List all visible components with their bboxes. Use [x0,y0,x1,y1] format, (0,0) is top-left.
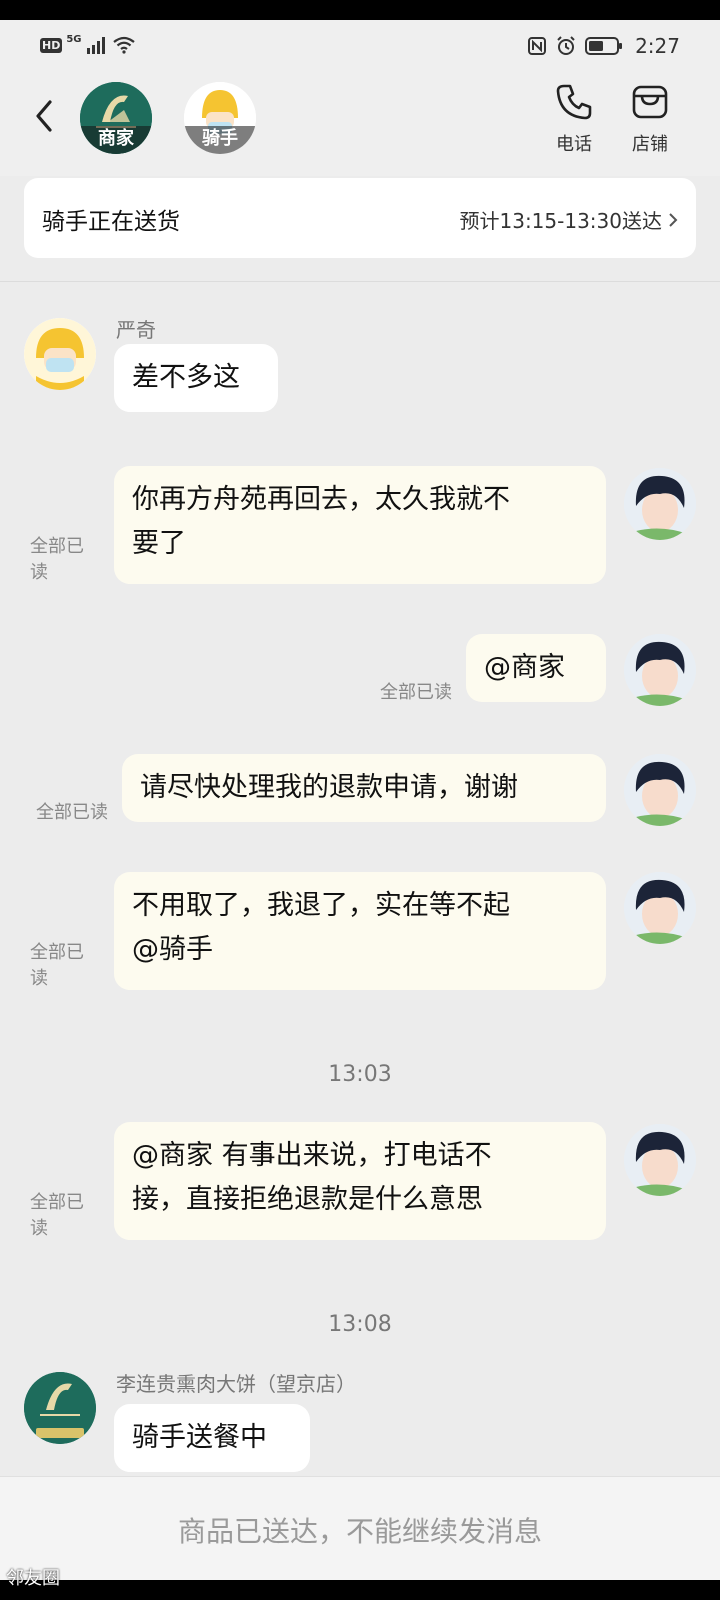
message-bubble[interactable]: 你再方舟苑再回去，太久我就不 要了 [114,466,606,584]
store-button[interactable]: 店铺 [620,82,680,156]
user-chat-avatar[interactable] [624,1124,696,1196]
sender-name: 李连贵熏肉大饼（望京店） [116,1372,356,1396]
divider [0,281,720,282]
back-arrow-icon[interactable] [30,96,60,136]
read-status-line1: 全部已 [30,536,84,557]
merchant-logo-icon [24,1372,96,1444]
phone-icon [556,84,592,120]
time-separator: 13:08 [328,1312,392,1337]
rider-chat-avatar[interactable] [24,318,96,390]
read-status: 全部已 读 [30,1190,84,1242]
message-text: 骑手送餐中 [132,1422,267,1453]
rider-avatar[interactable]: 骑手 [184,82,256,154]
read-status-line2: 读 [30,1218,48,1239]
network-type: 5G [66,34,82,45]
message-text-line2: 接，直接拒绝退款是什么意思 [132,1184,483,1215]
wifi-icon [112,36,135,54]
message-bubble[interactable]: 请尽快处理我的退款申请，谢谢 [122,754,606,822]
merchant-avatar[interactable]: 商家 [80,82,152,154]
phone-button[interactable]: 电话 [544,82,604,156]
delivery-eta: 预计13:15-13:30送达 [460,205,679,234]
user-avatar-icon [624,1124,696,1196]
status-bar: HD 5G 2:27 [0,20,720,76]
user-chat-avatar[interactable] [624,634,696,706]
signal-icon [86,37,105,54]
user-avatar-icon [624,754,696,826]
user-chat-avatar[interactable] [624,468,696,540]
read-status: 全部已 读 [30,534,84,586]
message-bubble[interactable]: @商家 [466,634,606,702]
message-bubble[interactable]: 不用取了，我退了，实在等不起 @骑手 [114,872,606,990]
user-chat-avatar[interactable] [624,872,696,944]
rider-avatar-icon [24,318,96,390]
read-status-line1: 全部已 [30,942,84,963]
user-avatar-icon [624,872,696,944]
battery-icon [585,37,623,55]
rider-avatar-label: 骑手 [184,126,256,154]
message-text: @商家 [484,652,565,683]
message-text-line1: 不用取了，我退了，实在等不起 [132,890,510,921]
read-status: 全部已读 [380,682,452,703]
message-text-line2: @骑手 [132,934,213,965]
chat-header: 商家 骑手 电话 店铺 [0,76,720,176]
top-black-bar [0,0,720,20]
alarm-icon [557,36,575,55]
delivery-status-card[interactable]: 骑手正在送货 预计13:15-13:30送达 [24,178,696,258]
time-separator: 13:03 [328,1062,392,1087]
message-bubble[interactable]: @商家 有事出来说，打电话不 接，直接拒绝退款是什么意思 [114,1122,606,1240]
message-bubble[interactable]: 骑手送餐中 [114,1404,310,1472]
status-time: 2:27 [635,34,680,58]
read-status-line2: 读 [30,968,48,989]
merchant-avatar-label: 商家 [80,126,152,154]
watermark: 邻友圈 [6,1568,60,1589]
chevron-right-icon [669,212,678,227]
nfc-icon [528,37,547,55]
read-status: 全部已读 [36,802,108,823]
message-bubble[interactable]: 差不多这 [114,344,278,412]
read-status-line1: 全部已 [30,1192,84,1213]
chat-disabled-notice: 商品已送达，不能继续发消息 [177,1515,542,1548]
user-chat-avatar[interactable] [624,754,696,826]
read-status-line2: 读 [30,562,48,583]
delivery-status-text: 骑手正在送货 [42,209,180,235]
store-label: 店铺 [632,134,668,155]
message-text: 差不多这 [132,362,240,393]
phone-label: 电话 [556,134,592,155]
read-status: 全部已 读 [30,940,84,992]
sender-name: 严奇 [116,318,156,342]
delivery-eta-text: 预计13:15-13:30送达 [459,209,663,233]
message-text-line2: 要了 [132,528,186,559]
message-text: 请尽快处理我的退款申请，谢谢 [140,772,518,803]
user-avatar-icon [624,634,696,706]
hd-indicator: HD [40,37,63,53]
message-text-line1: 你再方舟苑再回去，太久我就不 [132,484,510,515]
merchant-chat-avatar[interactable] [24,1372,96,1444]
chat-disabled-footer: 商品已送达，不能继续发消息 [0,1476,720,1580]
user-avatar-icon [624,468,696,540]
bottom-black-bar [0,1580,720,1600]
message-text-line1: @商家 有事出来说，打电话不 [132,1140,492,1171]
store-icon [632,85,668,119]
